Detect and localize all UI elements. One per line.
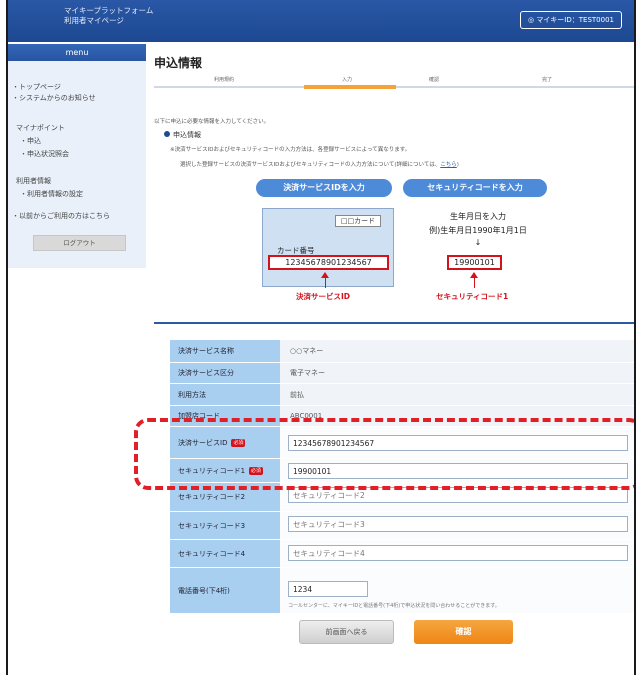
sidebar-item-status[interactable]: ・申込状況照会	[20, 149, 69, 160]
sidebar-heading-user-info: 利用者情報	[16, 177, 51, 185]
form-row-code4: セキュリティコード4	[170, 540, 634, 568]
page-frame: マイキープラットフォーム 利用者マイページ ◎ マイキーID：TEST0001 …	[6, 0, 636, 675]
sidebar: menu ・トップページ ・システムからのお知らせ マイナポイント ・申込 ・申…	[8, 44, 146, 268]
guide-code-button: セキュリティコードを入力	[403, 179, 547, 197]
form-row-phone: 電話番号(下4桁) コールセンターに、マイキーIDと電話番号(下4桁)で申込状況…	[170, 568, 634, 614]
security-code-caption: セキュリティコード1	[436, 292, 509, 301]
step-input: 入力	[342, 77, 353, 83]
details-link[interactable]: こちら	[440, 162, 457, 168]
code3-label: セキュリティコード3	[170, 512, 280, 539]
intro-text: 以下に申込に必要な情報を入力してください。	[154, 119, 270, 125]
site-logo[interactable]: マイキープラットフォーム 利用者マイページ	[64, 6, 153, 26]
security-code3-input[interactable]	[288, 516, 628, 532]
note-line2-text: 選択した登録サービスの決済サービスIDおよびセキュリティコードの入力方法について…	[180, 162, 441, 168]
code-highlight: 19900101	[447, 255, 502, 270]
form-row-usage: 利用方法 前払	[170, 384, 634, 406]
user-id-text: マイキーID：TEST0001	[536, 16, 614, 24]
note-line2: 選択した登録サービスの決済サービスIDおよびセキュリティコードの入力方法について…	[180, 160, 459, 168]
service-id-caption: 決済サービスID	[296, 292, 351, 301]
row-value: 電子マネー	[280, 363, 634, 383]
site-header: マイキープラットフォーム 利用者マイページ ◎ マイキーID：TEST0001	[8, 0, 634, 42]
form-row-service-type: 決済サービス区分 電子マネー	[170, 363, 634, 384]
card-brand-tag: □□カード	[335, 215, 381, 227]
progress-steps: 利用規約 入力 確認 完了	[154, 69, 634, 89]
birth-hint: 生年月日を入力	[450, 212, 506, 221]
birth-example: 例)生年月日1990年1月1日	[429, 226, 527, 235]
sidebar-item-apply[interactable]: ・申込	[20, 136, 41, 147]
form-row-code3: セキュリティコード3	[170, 512, 634, 540]
phone-label: 電話番号(下4桁)	[170, 568, 280, 613]
phone-note: コールセンターに、マイキーIDと電話番号(下4桁)で申込状況を問い合わせることが…	[288, 603, 500, 609]
sidebar-item-top-page[interactable]: ・トップページ	[12, 82, 61, 93]
section-divider	[154, 322, 634, 324]
card-number-highlight: 12345678901234567	[268, 255, 389, 270]
progress-active-indicator	[304, 85, 396, 89]
down-arrow-icon: ↓	[474, 238, 482, 247]
phone-input[interactable]	[288, 581, 368, 597]
confirm-button[interactable]: 確認	[414, 620, 513, 644]
back-button[interactable]: 前画面へ戻る	[299, 620, 394, 644]
bullet-icon	[164, 131, 170, 137]
section-title: 申込情報	[164, 130, 201, 140]
step-confirm: 確認	[429, 77, 440, 83]
row-label: 決済サービス区分	[170, 363, 280, 383]
guide-id-button: 決済サービスIDを入力	[256, 179, 392, 197]
sidebar-item-existing-users[interactable]: ・以前からご利用の方はこちら	[12, 211, 110, 222]
step-terms: 利用規約	[214, 77, 235, 83]
form-row-service-name: 決済サービス名称 ○○マネー	[170, 340, 634, 363]
arrow-line	[325, 277, 326, 288]
section-title-text: 申込情報	[173, 131, 201, 139]
row-value: ○○マネー	[280, 340, 634, 362]
brand-line2: 利用者マイページ	[64, 16, 124, 25]
brand-line1: マイキープラットフォーム	[64, 6, 154, 15]
note-line1: ※決済サービスIDおよびセキュリティコードの入力方法は、各登録サービスによって異…	[170, 147, 411, 153]
security-code4-input[interactable]	[288, 545, 628, 561]
row-label: 利用方法	[170, 384, 280, 405]
row-label: 決済サービス名称	[170, 340, 280, 362]
sidebar-item-user-settings[interactable]: ・利用者情報の設定	[20, 189, 83, 200]
note-line2-end: )	[456, 162, 459, 168]
user-id-badge[interactable]: ◎ マイキーID：TEST0001	[519, 11, 622, 29]
sidebar-item-notices[interactable]: ・システムからのお知らせ	[12, 93, 96, 104]
required-fields-highlight	[134, 418, 634, 490]
logout-button[interactable]: ログアウト	[33, 235, 126, 251]
code4-label: セキュリティコード4	[170, 540, 280, 567]
sidebar-heading-mynapoint: マイナポイント	[16, 124, 65, 132]
menu-title: menu	[8, 44, 146, 61]
arrow-line	[474, 277, 475, 288]
row-value: 前払	[280, 384, 634, 405]
step-complete: 完了	[542, 77, 553, 83]
user-icon: ◎	[527, 16, 535, 24]
